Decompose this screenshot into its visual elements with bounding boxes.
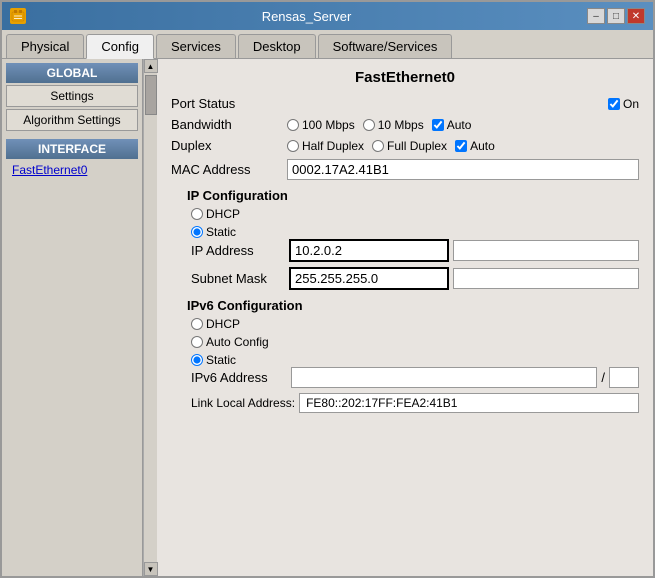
link-local-input[interactable] <box>299 393 639 413</box>
ip-dhcp-option: DHCP <box>191 207 639 221</box>
tab-services[interactable]: Services <box>156 34 236 58</box>
main-window: Rensas_Server – □ ✕ Physical Config Serv… <box>0 0 655 578</box>
mac-address-label: MAC Address <box>171 162 281 177</box>
duplex-half-radio[interactable] <box>287 140 299 152</box>
ipv6-config-header: IPv6 Configuration <box>187 298 639 313</box>
ipv6-dhcp-option: DHCP <box>191 317 639 331</box>
ipv6-address-row: IPv6 Address / <box>191 367 639 388</box>
bandwidth-100mbps-option: 100 Mbps <box>287 118 355 132</box>
tab-bar: Physical Config Services Desktop Softwar… <box>2 30 653 59</box>
bandwidth-10mbps-label: 10 Mbps <box>378 118 424 132</box>
panel-title: FastEthernet0 <box>171 69 639 86</box>
link-local-label: Link Local Address: <box>191 396 295 410</box>
duplex-half-option: Half Duplex <box>287 139 364 153</box>
subnet-mask-extra-input[interactable] <box>453 268 639 289</box>
ipv6-config-radio-group: DHCP Auto Config Static <box>191 317 639 367</box>
ip-static-label: Static <box>206 225 236 239</box>
window-controls: – □ ✕ <box>587 8 645 24</box>
close-button[interactable]: ✕ <box>627 8 645 24</box>
ipv6-prefix-input[interactable] <box>609 367 639 388</box>
duplex-options: Half Duplex Full Duplex Auto <box>287 139 639 153</box>
bandwidth-auto-label: Auto <box>447 118 472 132</box>
duplex-label: Duplex <box>171 138 281 153</box>
port-status-on-label: On <box>623 97 639 111</box>
ipv6-address-label: IPv6 Address <box>191 370 291 385</box>
window-title: Rensas_Server <box>26 9 587 24</box>
ip-config-radio-group: DHCP Static <box>191 207 639 239</box>
minimize-button[interactable]: – <box>587 8 605 24</box>
bandwidth-row: Bandwidth 100 Mbps 10 Mbps Auto <box>171 117 639 132</box>
subnet-mask-label: Subnet Mask <box>191 271 289 286</box>
link-local-row: Link Local Address: <box>191 393 639 413</box>
bandwidth-auto-checkbox[interactable] <box>432 119 444 131</box>
ipv6-static-option: Static <box>191 353 639 367</box>
ip-static-radio[interactable] <box>191 226 203 238</box>
ip-static-option: Static <box>191 225 639 239</box>
ip-address-row: IP Address <box>191 239 639 262</box>
duplex-half-label: Half Duplex <box>302 139 364 153</box>
ip-address-label: IP Address <box>191 243 289 258</box>
ip-config-header: IP Configuration <box>187 188 639 203</box>
duplex-full-option: Full Duplex <box>372 139 447 153</box>
ipv6-dhcp-radio[interactable] <box>191 318 203 330</box>
scroll-thumb[interactable] <box>145 75 157 115</box>
maximize-button[interactable]: □ <box>607 8 625 24</box>
bandwidth-100mbps-label: 100 Mbps <box>302 118 355 132</box>
sidebar-algorithm-button[interactable]: Algorithm Settings <box>6 109 138 131</box>
tab-physical[interactable]: Physical <box>6 34 84 58</box>
tab-software-services[interactable]: Software/Services <box>318 34 453 58</box>
ip-address-input[interactable] <box>289 239 449 262</box>
main-panel: FastEthernet0 Port Status On Bandwidth <box>157 59 653 576</box>
mac-address-input[interactable] <box>287 159 639 180</box>
bandwidth-options: 100 Mbps 10 Mbps Auto <box>287 118 639 132</box>
ipv6-auto-option: Auto Config <box>191 335 639 349</box>
sidebar-fastethernet-link[interactable]: FastEthernet0 <box>6 161 138 179</box>
bandwidth-label: Bandwidth <box>171 117 281 132</box>
subnet-mask-row: Subnet Mask <box>191 267 639 290</box>
duplex-full-radio[interactable] <box>372 140 384 152</box>
ipv6-auto-label: Auto Config <box>206 335 269 349</box>
bandwidth-auto-option: Auto <box>432 118 472 132</box>
port-status-row: Port Status On <box>171 96 639 111</box>
duplex-row: Duplex Half Duplex Full Duplex Auto <box>171 138 639 153</box>
ipv6-static-label: Static <box>206 353 236 367</box>
ipv6-dhcp-label: DHCP <box>206 317 240 331</box>
bandwidth-100mbps-radio[interactable] <box>287 119 299 131</box>
content-area: GLOBAL Settings Algorithm Settings INTER… <box>2 59 653 576</box>
tab-desktop[interactable]: Desktop <box>238 34 316 58</box>
sidebar-inner: GLOBAL Settings Algorithm Settings INTER… <box>2 59 143 576</box>
port-status-label: Port Status <box>171 96 281 111</box>
port-status-on-option: On <box>608 97 639 111</box>
window-icon <box>10 8 26 24</box>
scroll-down-arrow[interactable]: ▼ <box>144 562 158 576</box>
ip-dhcp-label: DHCP <box>206 207 240 221</box>
mac-address-row: MAC Address <box>171 159 639 180</box>
bandwidth-10mbps-radio[interactable] <box>363 119 375 131</box>
duplex-auto-label: Auto <box>470 139 495 153</box>
ip-dhcp-radio[interactable] <box>191 208 203 220</box>
duplex-full-label: Full Duplex <box>387 139 447 153</box>
ip-address-extra-input[interactable] <box>453 240 639 261</box>
sidebar: GLOBAL Settings Algorithm Settings INTER… <box>2 59 157 576</box>
title-bar: Rensas_Server – □ ✕ <box>2 2 653 30</box>
duplex-auto-checkbox[interactable] <box>455 140 467 152</box>
duplex-auto-option: Auto <box>455 139 495 153</box>
tab-config[interactable]: Config <box>86 34 154 59</box>
scroll-up-arrow[interactable]: ▲ <box>144 59 158 73</box>
sidebar-global-header: GLOBAL <box>6 63 138 83</box>
sidebar-interface-header: INTERFACE <box>6 139 138 159</box>
bandwidth-10mbps-option: 10 Mbps <box>363 118 424 132</box>
sidebar-scrollbar[interactable]: ▲ ▼ <box>143 59 157 576</box>
ipv6-auto-radio[interactable] <box>191 336 203 348</box>
ipv6-address-input[interactable] <box>291 367 597 388</box>
sidebar-settings-button[interactable]: Settings <box>6 85 138 107</box>
ipv6-static-radio[interactable] <box>191 354 203 366</box>
subnet-mask-input[interactable] <box>289 267 449 290</box>
port-status-options: On <box>287 97 639 111</box>
port-status-checkbox[interactable] <box>608 98 620 110</box>
